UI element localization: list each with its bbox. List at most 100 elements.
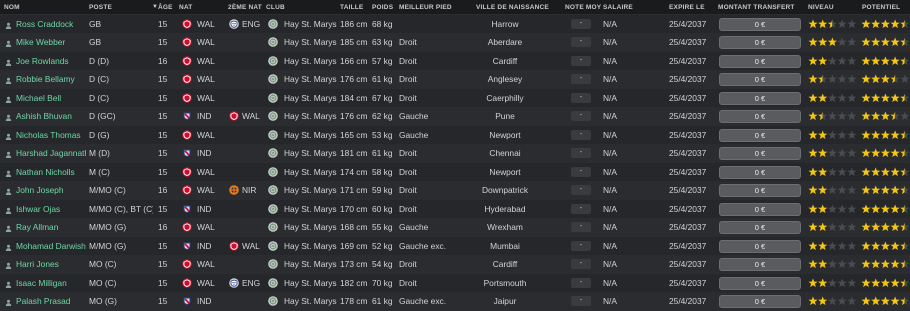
table-row[interactable]: John Joseph M/MO (C) 16 WAL NIR Hay St. Marys… [0, 181, 910, 200]
header-note[interactable]: NOTE MOY [565, 4, 601, 11]
player-name-link[interactable]: Harshad Jagannath [16, 149, 86, 158]
player-name-link[interactable]: Ashish Bhuvan [16, 112, 86, 121]
player-name-link[interactable]: Ray Allman [16, 223, 86, 232]
club-link[interactable]: Hay St. Marys [284, 75, 337, 84]
header-age[interactable]: ÂGE [158, 4, 173, 11]
header-salaire[interactable]: SALAIRE [603, 4, 633, 11]
transfer-value-field[interactable]: 0 € [719, 147, 801, 161]
club-link[interactable]: Hay St. Marys [284, 112, 337, 121]
table-row[interactable]: Palash Prasad MO (G) 15 IND Hay St. Marys 178… [0, 292, 910, 311]
nationality: WAL [197, 93, 215, 103]
age: 15 [158, 112, 168, 122]
player-name-link[interactable]: Nathan Nicholls [16, 168, 86, 177]
player-name-link[interactable]: Robbie Bellamy [16, 75, 86, 84]
table-row[interactable]: Robbie Bellamy D (C) 15 WAL Hay St. Marys 176… [0, 70, 910, 89]
header-pied[interactable]: MEILLEUR PIED [399, 4, 452, 11]
club-link[interactable]: Hay St. Marys [284, 38, 337, 47]
header-potentiel[interactable]: POTENTIEL [862, 4, 900, 11]
potential-stars-icon [861, 129, 910, 141]
club-link[interactable]: Hay St. Marys [284, 131, 337, 140]
transfer-value-field[interactable]: 0 € [719, 54, 801, 68]
header-expire[interactable]: EXPIRE LE [669, 4, 705, 11]
table-row[interactable]: Ray Allman M/MO (G) 16 WAL Hay St. Marys 168 … [0, 218, 910, 237]
transfer-value-field[interactable]: 0 € [719, 295, 801, 309]
header-poste[interactable]: POSTE [89, 4, 112, 11]
table-row[interactable]: Ross Craddock GB 15 WAL ENG Hay St. Marys 186 … [0, 15, 910, 34]
header-nat2[interactable]: 2ÈME NAT [228, 4, 262, 11]
club-link[interactable]: Hay St. Marys [284, 20, 337, 29]
header-poids[interactable]: POIDS [372, 4, 393, 11]
transfer-value-field[interactable]: 0 € [719, 184, 801, 198]
club-link[interactable]: Hay St. Marys [284, 149, 337, 158]
average-rating-badge: - [571, 277, 591, 288]
header-nom[interactable]: NOM [4, 4, 20, 11]
player-name-link[interactable]: Harri Jones [16, 260, 86, 269]
table-row[interactable]: Joe Rowlands D (D) 16 WAL Hay St. Marys 166 c… [0, 51, 910, 71]
club-link[interactable]: Hay St. Marys [284, 223, 337, 232]
header-transfert[interactable]: MONTANT TRANSFERT [718, 4, 795, 11]
player-name-link[interactable]: Mohamad Darwish [16, 242, 86, 251]
club-badge-icon [268, 296, 278, 306]
club-link[interactable]: Hay St. Marys [284, 297, 337, 306]
player-name-link[interactable]: Nicholas Thomas [16, 131, 86, 140]
table-row[interactable]: Nathan Nicholls M (C) 15 WAL Hay St. Marys 17… [0, 162, 910, 182]
club-link[interactable]: Hay St. Marys [284, 279, 337, 288]
table-row[interactable]: Mohamad Darwish M/MO (G) 15 IND WAL Hay St. M… [0, 236, 910, 256]
transfer-value-field[interactable]: 0 € [719, 165, 801, 179]
preferred-foot: Droit [399, 186, 417, 196]
transfer-value-field[interactable]: 0 € [719, 202, 801, 216]
transfer-value-field[interactable]: 0 € [719, 18, 801, 31]
header-niveau[interactable]: NIVEAU [808, 4, 834, 11]
transfer-value-field[interactable]: 0 € [719, 128, 801, 142]
table-row[interactable]: Ashish Bhuvan D (GC) 15 IND WAL Hay St. Marys… [0, 107, 910, 126]
transfer-value-field[interactable]: 0 € [719, 36, 801, 50]
transfer-value-field[interactable]: 0 € [719, 239, 801, 253]
club-link[interactable]: Hay St. Marys [284, 260, 337, 269]
table-row[interactable]: Harri Jones MO (C) 15 WAL Hay St. Marys 173 c… [0, 255, 910, 274]
club-link[interactable]: Hay St. Marys [284, 57, 337, 66]
ability-stars-icon [808, 166, 857, 178]
transfer-value-field[interactable]: 0 € [719, 110, 801, 124]
potential-stars-icon [861, 18, 910, 30]
age: 15 [158, 149, 168, 159]
transfer-value-field[interactable]: 0 € [719, 73, 801, 87]
club-link[interactable]: Hay St. Marys [284, 186, 337, 195]
birth-city: Chennai [489, 149, 521, 159]
header-club[interactable]: CLUB [266, 4, 285, 11]
table-row[interactable]: Harshad Jagannath M (D) 15 IND Hay St. Marys… [0, 144, 910, 163]
player-name-link[interactable]: Mike Webber [16, 38, 86, 47]
second-nationality: WAL [242, 112, 260, 122]
table-row[interactable]: Isaac Milligan MO (C) 15 WAL ENG Hay St. Mary… [0, 273, 910, 293]
player-name-link[interactable]: Palash Prasad [16, 297, 86, 306]
table-row[interactable]: Michael Bell D (C) 15 WAL Hay St. Marys 184 c… [0, 88, 910, 108]
player-name-link[interactable]: John Joseph [16, 186, 86, 195]
average-rating-badge: - [571, 55, 591, 66]
transfer-value-field[interactable]: 0 € [719, 258, 801, 272]
contract-expiry: 25/4/2037 [669, 20, 707, 29]
club-link[interactable]: Hay St. Marys [284, 94, 337, 103]
club-link[interactable]: Hay St. Marys [284, 242, 337, 251]
table-row[interactable]: Ishwar Ojas M/MO (C), BT (C) 15 IND Hay St. … [0, 199, 910, 219]
player-name-link[interactable]: Joe Rowlands [16, 57, 86, 66]
nationality-flag-icon [182, 111, 192, 121]
table-row[interactable]: Mike Webber GB 15 WAL Hay St. Marys 185 cm 63 … [0, 33, 910, 52]
transfer-value-field[interactable]: 0 € [719, 221, 801, 235]
salary: N/A [603, 130, 617, 140]
club-link[interactable]: Hay St. Marys [284, 205, 337, 214]
player-name-link[interactable]: Ishwar Ojas [16, 205, 86, 214]
table-row[interactable]: Nicholas Thomas D (G) 15 WAL Hay St. Marys 16… [0, 125, 910, 145]
player-name-link[interactable]: Isaac Milligan [16, 279, 86, 288]
transfer-value-field[interactable]: 0 € [719, 276, 801, 290]
header-nat[interactable]: NAT [179, 4, 192, 11]
ability-stars-icon [808, 129, 857, 141]
header-taille[interactable]: TAILLE [340, 4, 363, 11]
header-ville[interactable]: VILLE DE NAISSANCE [476, 4, 549, 11]
club-link[interactable]: Hay St. Marys [284, 168, 337, 177]
weight: 62 kg [372, 112, 393, 122]
preferred-foot: Gauche [399, 130, 429, 140]
player-name-link[interactable]: Michael Bell [16, 94, 86, 103]
position: D (GC) [89, 112, 116, 122]
transfer-value-field[interactable]: 0 € [719, 91, 801, 105]
player-name-link[interactable]: Ross Craddock [16, 20, 86, 29]
contract-expiry: 25/4/2037 [669, 297, 707, 307]
